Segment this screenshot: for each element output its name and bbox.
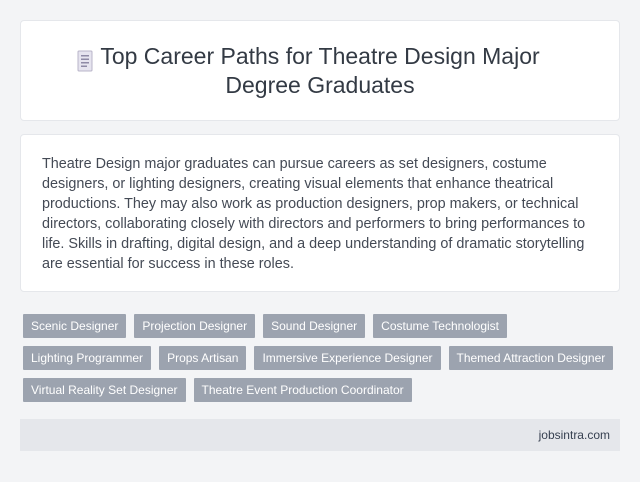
tag-list: Scenic Designer Projection Designer Soun… <box>23 314 623 402</box>
tag-item[interactable]: Immersive Experience Designer <box>254 346 441 370</box>
tag-item[interactable]: Virtual Reality Set Designer <box>23 378 186 402</box>
page-title: Top Career Paths for Theatre Design Majo… <box>100 42 540 98</box>
tag-item[interactable]: Costume Technologist <box>373 314 507 338</box>
tag-item[interactable]: Props Artisan <box>159 346 247 370</box>
title-card: Top Career Paths for Theatre Design Majo… <box>20 20 620 121</box>
tag-item[interactable]: Lighting Programmer <box>23 346 152 370</box>
footer: jobsintra.com <box>20 419 620 451</box>
tag-item[interactable]: Projection Designer <box>134 314 256 338</box>
tag-item[interactable]: Theatre Event Production Coordinator <box>193 378 412 402</box>
description-card: Theatre Design major graduates can pursu… <box>20 134 620 292</box>
tag-item[interactable]: Scenic Designer <box>23 314 127 338</box>
description-text: Theatre Design major graduates can pursu… <box>42 156 586 272</box>
tag-item[interactable]: Themed Attraction Designer <box>448 346 614 370</box>
site-link[interactable]: jobsintra.com <box>539 428 610 442</box>
tag-item[interactable]: Sound Designer <box>263 314 366 338</box>
